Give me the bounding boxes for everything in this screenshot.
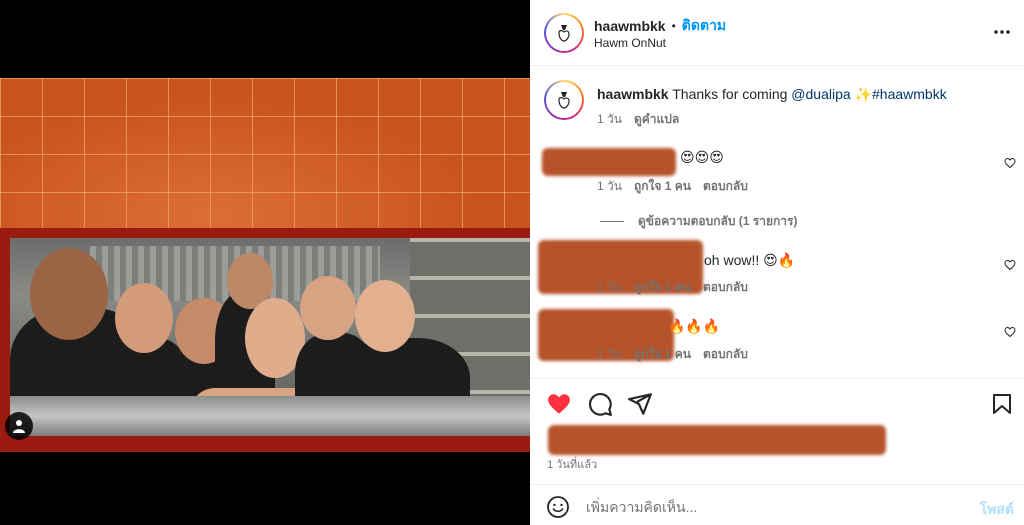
- post-comment-button[interactable]: โพสต์: [980, 499, 1014, 521]
- reply-button[interactable]: ตอบกลับ: [703, 278, 748, 297]
- caption-text: haawmbkk Thanks for coming @dualipa ✨#ha…: [597, 86, 947, 103]
- mention-link[interactable]: @dualipa: [791, 86, 850, 102]
- comment-time: 1 วัน: [597, 179, 622, 193]
- comment-likes[interactable]: ถูกใจ 1 คน: [634, 278, 691, 297]
- translate-link[interactable]: ดูคำแปล: [634, 110, 679, 129]
- location-link[interactable]: Hawm OnNut: [594, 36, 666, 50]
- reply-button[interactable]: ตอบกลับ: [703, 345, 748, 364]
- post-header: haawmbkk • ติดตาม Hawm OnNut: [530, 0, 1024, 66]
- hashtag-link[interactable]: #haawmbkk: [872, 86, 947, 102]
- share-icon[interactable]: [627, 391, 653, 417]
- user-icon: [13, 420, 25, 433]
- hand-logo-icon: [558, 92, 570, 109]
- divider-line: [600, 221, 624, 222]
- comment-text: oh wow!! 😍🔥: [704, 252, 796, 268]
- action-bar: [530, 378, 1024, 428]
- redacted-user: [542, 148, 676, 176]
- reply-button[interactable]: ตอบกลับ: [703, 177, 748, 196]
- follow-button[interactable]: ติดตาม: [682, 15, 726, 37]
- hand-logo-icon: [558, 25, 570, 42]
- comment-time: 1 วัน: [597, 280, 622, 294]
- header-username[interactable]: haawmbkk: [594, 18, 666, 34]
- more-options-button[interactable]: [992, 22, 1012, 47]
- comment-input[interactable]: [586, 495, 926, 519]
- comment-text: 🔥🔥🔥: [668, 318, 721, 334]
- view-replies-button[interactable]: ดูข้อความตอบกลับ (1 รายการ): [600, 212, 797, 231]
- like-heart-icon[interactable]: [546, 391, 572, 417]
- tagged-users-button[interactable]: [5, 412, 33, 440]
- caption-username[interactable]: haawmbkk: [597, 86, 669, 102]
- counter-top: [10, 396, 530, 436]
- separator-dot: •: [671, 19, 676, 33]
- comment-like-icon[interactable]: [1004, 259, 1016, 271]
- post-media[interactable]: [0, 0, 530, 525]
- save-bookmark-icon[interactable]: [990, 391, 1014, 417]
- comment-text: 😍😍😍: [680, 149, 724, 165]
- redacted-likes: [548, 425, 886, 455]
- post-photo[interactable]: [0, 78, 530, 452]
- emoji-picker-icon[interactable]: [546, 495, 570, 519]
- comment-time: 1 วัน: [597, 347, 622, 361]
- caption-time: 1 วัน: [597, 112, 622, 126]
- post-details-panel: haawmbkk • ติดตาม Hawm OnNut haawmbkk Th…: [530, 0, 1024, 525]
- view-replies-label: ดูข้อความตอบกลับ (1 รายการ): [638, 214, 798, 228]
- caption-avatar[interactable]: [544, 80, 584, 120]
- caption-body: Thanks for coming: [672, 86, 788, 102]
- more-options-icon: [994, 30, 1010, 34]
- profile-avatar[interactable]: [544, 13, 584, 53]
- comment-likes[interactable]: ถูกใจ 1 คน: [634, 177, 691, 196]
- add-comment-bar: โพสต์: [530, 484, 1024, 525]
- sparkle-emoji: ✨: [854, 86, 872, 102]
- comment-icon[interactable]: [587, 391, 613, 417]
- comment-like-icon[interactable]: [1004, 326, 1016, 338]
- comment-likes[interactable]: ถูกใจ 1 คน: [634, 345, 691, 364]
- comment-like-icon[interactable]: [1004, 157, 1016, 169]
- post-time[interactable]: 1 วันที่แล้ว: [547, 455, 597, 473]
